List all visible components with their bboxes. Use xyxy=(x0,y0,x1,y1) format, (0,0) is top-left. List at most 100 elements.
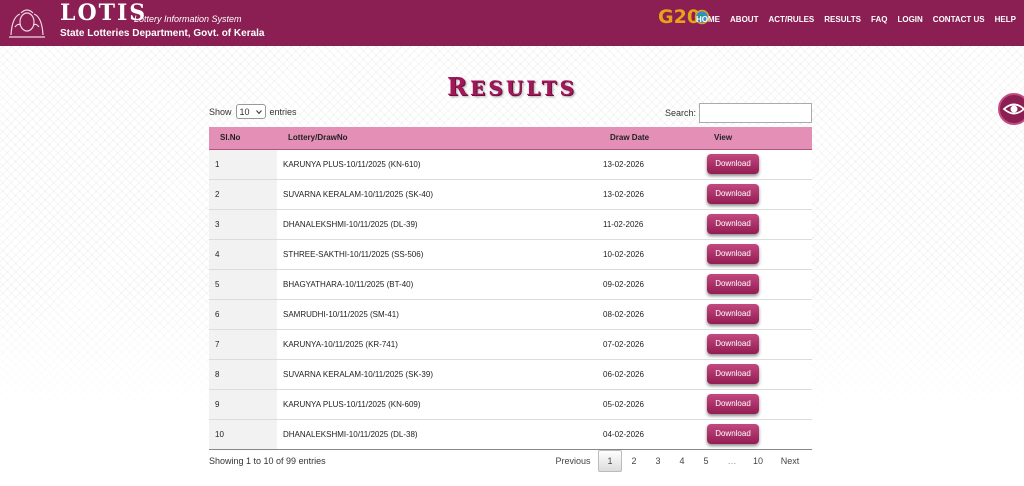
site-header: LOTIS Lottery Information System State L… xyxy=(0,0,1024,46)
kerala-emblem-icon xyxy=(9,9,45,38)
pagination-page-2[interactable]: 2 xyxy=(622,456,646,466)
cell-draw-date: 06-02-2026 xyxy=(603,369,644,379)
cell-draw-date: 13-02-2026 xyxy=(603,159,644,169)
nav-about[interactable]: ABOUT xyxy=(730,15,758,24)
pagination-page-4[interactable]: 4 xyxy=(670,456,694,466)
table-row: 1 KARUNYA PLUS-10/11/2025 (KN-610) 13-02… xyxy=(209,149,812,179)
cell-lottery: SUVARNA KERALAM-10/11/2025 (SK-39) xyxy=(283,369,433,379)
download-button[interactable]: Download xyxy=(707,214,759,234)
results-table-wrapper: Sl.No Lottery/DrawNo Draw Date View 1 KA… xyxy=(209,127,812,450)
cell-lottery: SAMRUDHI-10/11/2025 (SM-41) xyxy=(283,309,399,319)
column-header-draw-date[interactable]: Draw Date xyxy=(599,127,703,150)
cell-slno: 8 xyxy=(209,359,277,389)
main-nav: HOME ABOUT ACT/RULES RESULTS FAQ LOGIN C… xyxy=(696,15,1016,24)
cell-slno: 3 xyxy=(209,209,277,239)
download-button[interactable]: Download xyxy=(707,154,759,174)
table-controls: Show 10 entries Search: xyxy=(209,103,812,123)
table-row: 3 DHANALEKSHMI-10/11/2025 (DL-39) 11-02-… xyxy=(209,209,812,239)
search-input[interactable] xyxy=(699,103,812,123)
page-title-initial: R xyxy=(447,72,471,101)
table-row: 6 SAMRUDHI-10/11/2025 (SM-41) 08-02-2026… xyxy=(209,299,812,329)
cell-draw-date: 11-02-2026 xyxy=(603,219,644,229)
nav-faq[interactable]: FAQ xyxy=(871,15,887,24)
nav-login[interactable]: LOGIN xyxy=(897,15,922,24)
download-button[interactable]: Download xyxy=(707,424,759,444)
entries-select[interactable]: 10 xyxy=(235,104,266,119)
pagination: Previous 1 2 3 4 5 … 10 Next xyxy=(548,450,810,472)
cell-slno: 4 xyxy=(209,239,277,269)
search-label: Search: xyxy=(664,108,696,118)
cell-lottery: BHAGYATHARA-10/11/2025 (BT-40) xyxy=(283,279,414,289)
cell-slno: 2 xyxy=(209,179,277,209)
entries-select-value: 10 xyxy=(239,106,250,117)
download-button[interactable]: Download xyxy=(707,334,759,354)
cell-slno: 6 xyxy=(209,299,277,329)
table-row: 9 KARUNYA PLUS-10/11/2025 (KN-609) 05-02… xyxy=(209,389,812,419)
cell-lottery: SUVARNA KERALAM-10/11/2025 (SK-40) xyxy=(283,189,433,199)
download-button[interactable]: Download xyxy=(707,274,759,294)
download-button[interactable]: Download xyxy=(707,244,759,264)
pagination-page-10[interactable]: 10 xyxy=(746,456,770,466)
pagination-next[interactable]: Next xyxy=(770,456,810,466)
entries-label: entries xyxy=(269,106,297,117)
cell-slno: 9 xyxy=(209,389,277,419)
cell-draw-date: 04-02-2026 xyxy=(603,429,644,439)
pagination-page-5[interactable]: 5 xyxy=(694,456,718,466)
pagination-previous[interactable]: Previous xyxy=(548,456,598,466)
cell-view: Download xyxy=(703,179,812,209)
cell-view: Download xyxy=(703,209,812,239)
cell-slno: 7 xyxy=(209,329,277,359)
cell-view: Download xyxy=(703,359,812,389)
table-row: 10 DHANALEKSHMI-10/11/2025 (DL-38) 04-02… xyxy=(209,419,812,449)
cell-draw-date: 08-02-2026 xyxy=(603,309,644,319)
table-row: 7 KARUNYA-10/11/2025 (KR-741) 07-02-2026… xyxy=(209,329,812,359)
show-label: Show xyxy=(209,106,232,117)
chevron-down-icon xyxy=(255,109,262,114)
site-tagline: Lottery Information System xyxy=(134,14,242,24)
cell-slno: 1 xyxy=(209,149,277,179)
pagination-page-1[interactable]: 1 xyxy=(598,450,622,472)
table-row: 2 SUVARNA KERALAM-10/11/2025 (SK-40) 13-… xyxy=(209,179,812,209)
table-row: 4 STHREE-SAKTHI-10/11/2025 (SS-506) 10-0… xyxy=(209,239,812,269)
nav-act-rules[interactable]: ACT/RULES xyxy=(768,15,814,24)
pagination-page-3[interactable]: 3 xyxy=(646,456,670,466)
cell-draw-date: 09-02-2026 xyxy=(603,279,644,289)
accessibility-eye-button[interactable] xyxy=(998,93,1024,125)
cell-slno: 10 xyxy=(209,419,277,449)
download-button[interactable]: Download xyxy=(707,184,759,204)
nav-results[interactable]: RESULTS xyxy=(824,15,861,24)
cell-view: Download xyxy=(703,269,812,299)
nav-contact-us[interactable]: CONTACT US xyxy=(933,15,985,24)
page-title-rest: ESULTS xyxy=(470,76,577,100)
download-button[interactable]: Download xyxy=(707,364,759,384)
cell-lottery: DHANALEKSHMI-10/11/2025 (DL-38) xyxy=(283,429,418,439)
cell-view: Download xyxy=(703,299,812,329)
cell-draw-date: 05-02-2026 xyxy=(603,399,644,409)
download-button[interactable]: Download xyxy=(707,304,759,324)
page-title: RESULTS xyxy=(0,72,1024,101)
nav-home[interactable]: HOME xyxy=(696,15,720,24)
column-header-lottery[interactable]: Lottery/DrawNo xyxy=(277,127,599,150)
column-header-slno[interactable]: Sl.No xyxy=(209,127,277,150)
table-row: 8 SUVARNA KERALAM-10/11/2025 (SK-39) 06-… xyxy=(209,359,812,389)
cell-draw-date: 10-02-2026 xyxy=(603,249,644,259)
pagination-ellipsis: … xyxy=(727,456,737,466)
download-button[interactable]: Download xyxy=(707,394,759,414)
cell-slno: 5 xyxy=(209,269,277,299)
entries-info: Showing 1 to 10 of 99 entries xyxy=(209,456,326,466)
results-table: Sl.No Lottery/DrawNo Draw Date View 1 KA… xyxy=(209,127,812,450)
eye-icon xyxy=(1002,103,1024,115)
cell-view: Download xyxy=(703,419,812,449)
column-header-view[interactable]: View xyxy=(703,127,812,150)
search-control: Search: xyxy=(665,103,812,123)
cell-lottery: DHANALEKSHMI-10/11/2025 (DL-39) xyxy=(283,219,418,229)
cell-lottery: KARUNYA-10/11/2025 (KR-741) xyxy=(283,339,398,349)
cell-view: Download xyxy=(703,149,812,179)
cell-view: Download xyxy=(703,329,812,359)
cell-lottery: STHREE-SAKTHI-10/11/2025 (SS-506) xyxy=(283,249,424,259)
cell-view: Download xyxy=(703,239,812,269)
table-header-row: Sl.No Lottery/DrawNo Draw Date View xyxy=(209,127,812,150)
cell-view: Download xyxy=(703,389,812,419)
department-name: State Lotteries Department, Govt. of Ker… xyxy=(60,28,265,39)
nav-help[interactable]: HELP xyxy=(995,15,1016,24)
